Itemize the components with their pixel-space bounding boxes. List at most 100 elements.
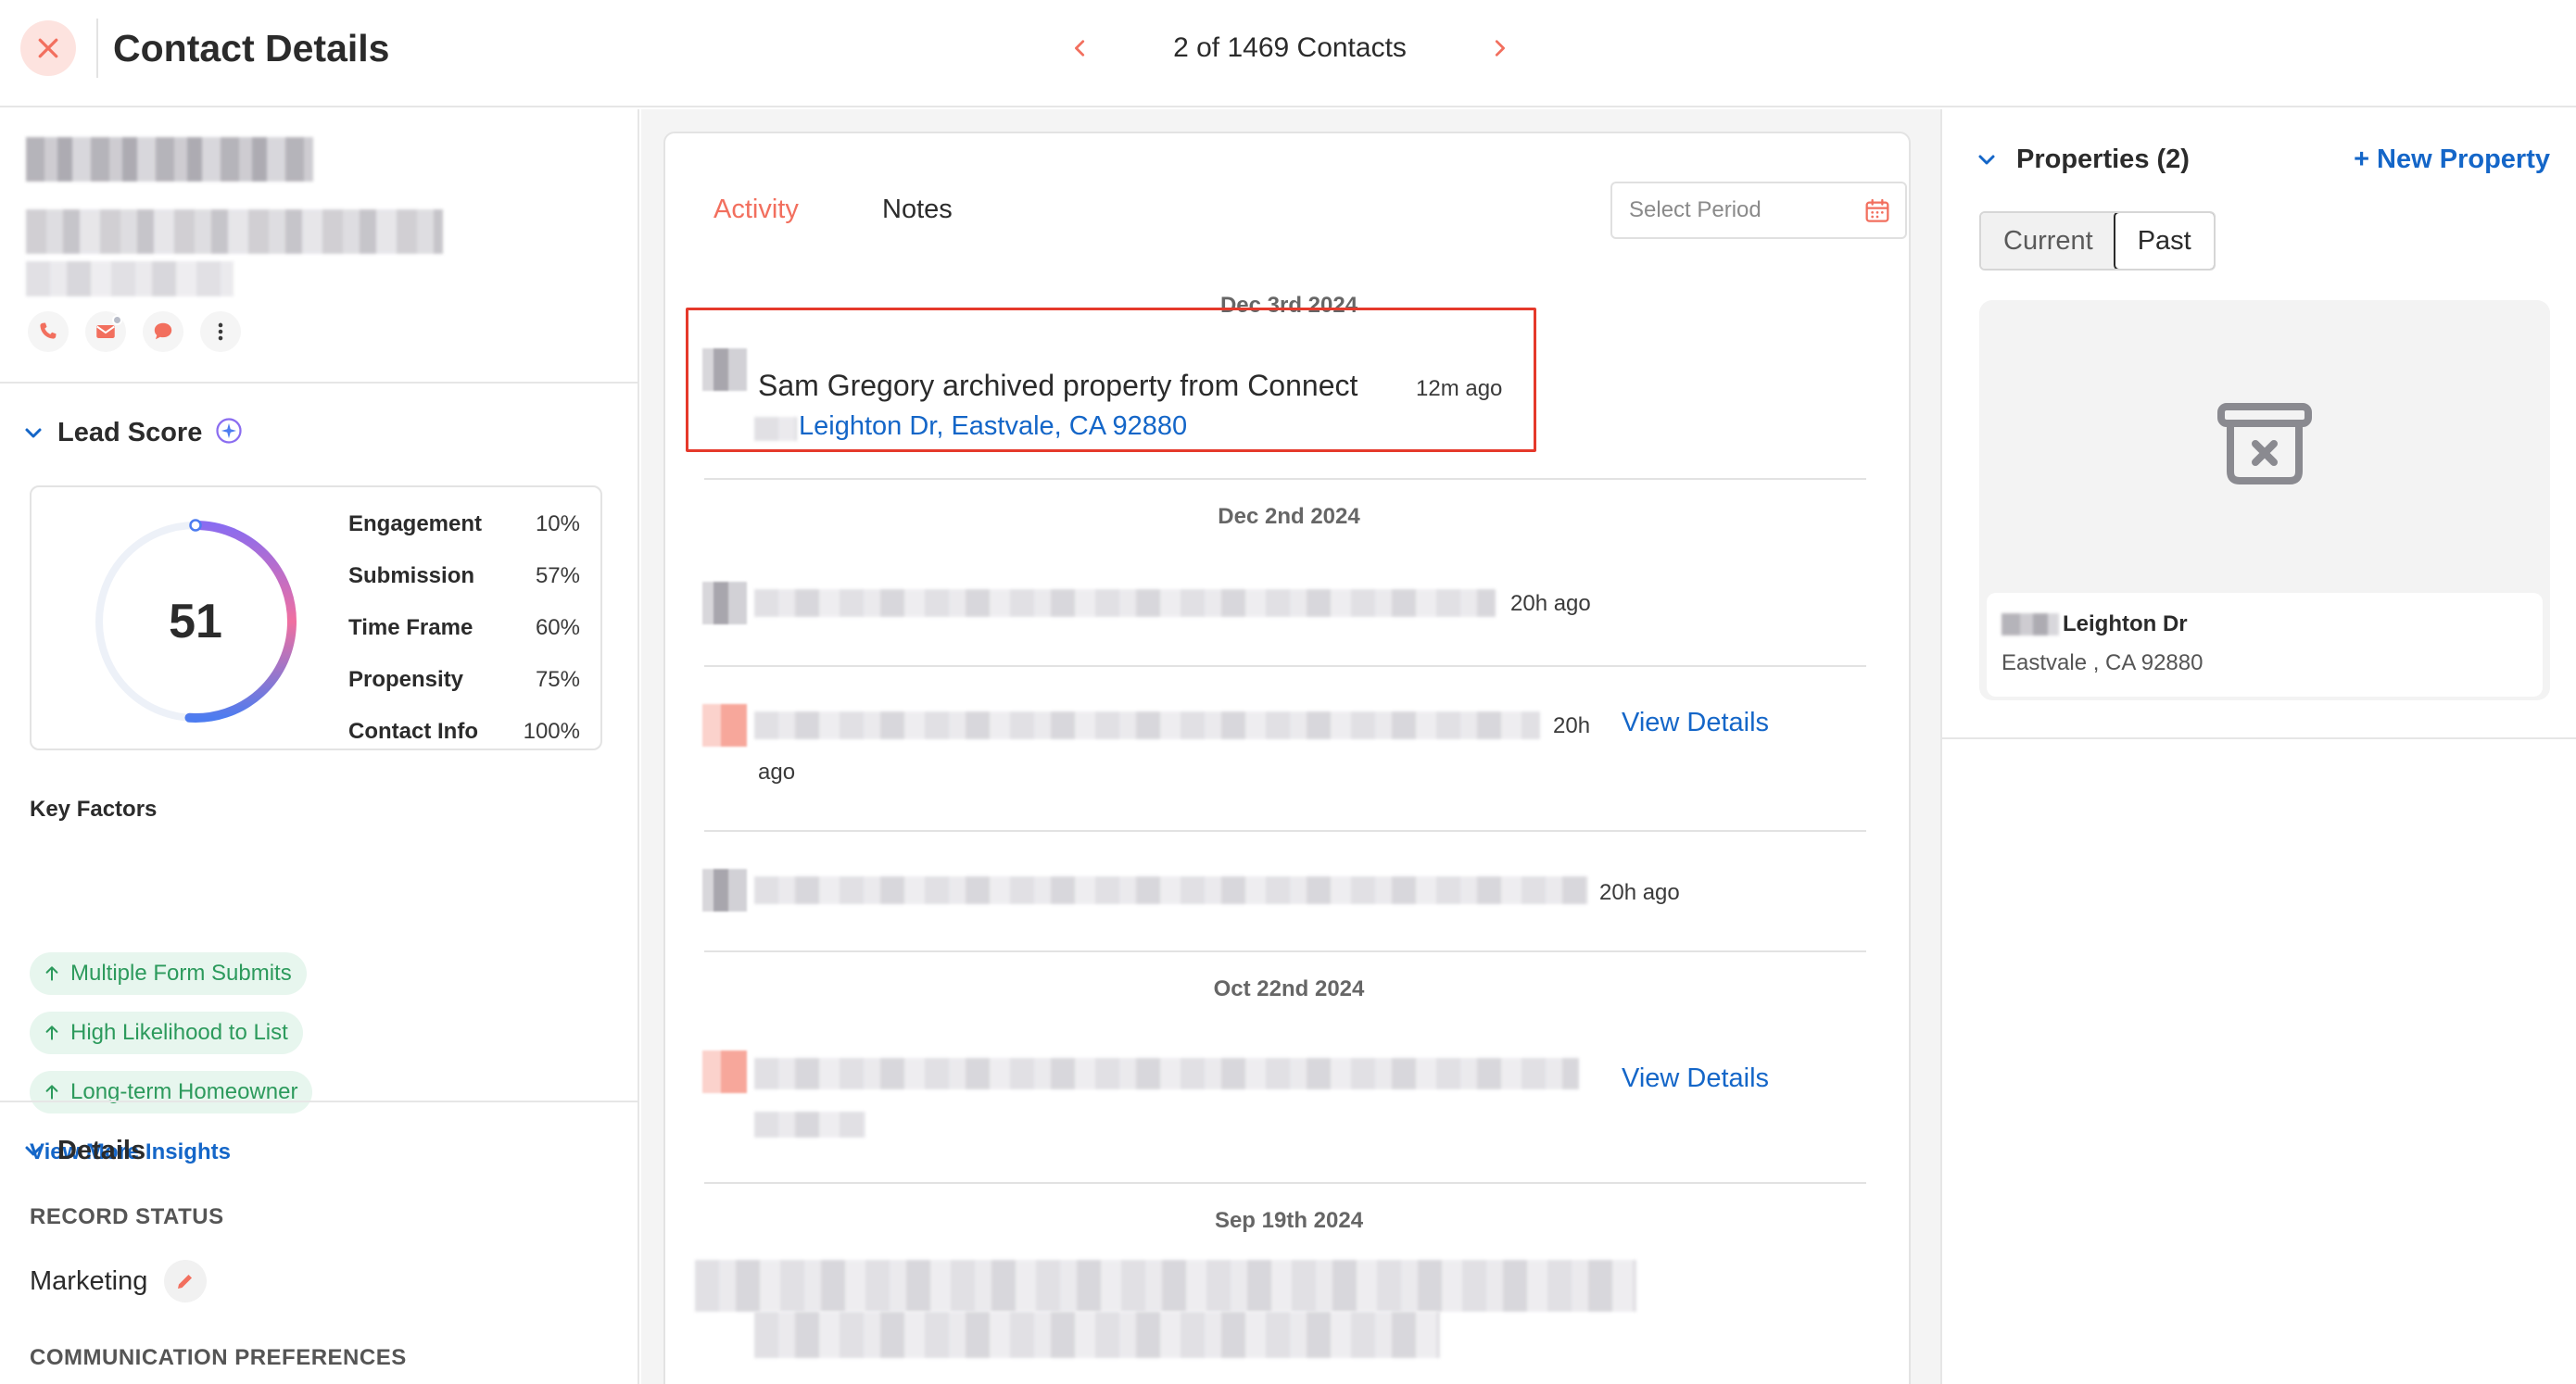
section-divider [1942, 737, 2576, 739]
edit-status-button[interactable] [164, 1260, 208, 1302]
communication-preferences-label: COMMUNICATION PREFERENCES [30, 1345, 407, 1370]
segment-current[interactable]: Current [1981, 213, 2115, 269]
lead-score-title: Lead Score [57, 418, 203, 447]
arrow-up-icon [45, 1085, 58, 1100]
next-contact-button[interactable] [1479, 28, 1520, 69]
chevron-left-icon [1075, 40, 1085, 57]
score-factor-row: Propensity 75% [348, 654, 580, 706]
key-factor-chip: Multiple Form Submits [30, 952, 307, 995]
record-status-row: Marketing [30, 1260, 208, 1302]
close-button[interactable] [20, 20, 76, 76]
score-factor-row: Time Frame 60% [348, 602, 580, 654]
contact-email-redacted [26, 209, 443, 254]
activity-date-header: Dec 2nd 2024 [1218, 504, 1360, 529]
contact-sidebar: Lead Score 51 Engagement 10% Submission 57… [0, 109, 639, 1384]
activity-event-time: 20h ago [1510, 591, 1591, 616]
score-factor-value: 10% [535, 511, 580, 536]
phone-icon [40, 322, 57, 339]
score-factor-value: 75% [535, 667, 580, 692]
activity-event-time: 20h [1553, 713, 1591, 738]
email-button[interactable] [85, 311, 126, 352]
activity-text-redacted [754, 1312, 1440, 1358]
score-factor-row: Engagement 10% [348, 498, 580, 550]
score-factor-name: Contact Info [348, 719, 478, 744]
activity-text-redacted [754, 711, 1540, 739]
section-divider [0, 1101, 638, 1102]
score-factor-name: Propensity [348, 667, 464, 692]
score-factor-value: 100% [523, 719, 580, 744]
properties-title: Properties (2) [2016, 145, 2190, 174]
details-toggle[interactable]: Details [22, 1136, 145, 1166]
activity-avatar [702, 1051, 747, 1093]
activity-divider [704, 1182, 1866, 1184]
record-status-label: RECORD STATUS [30, 1204, 224, 1229]
page-title: Contact Details [113, 27, 390, 69]
activity-panel: Activity Notes Select Period Dec 3rd 202… [641, 109, 1940, 1384]
property-street: Leighton Dr [2063, 611, 2188, 636]
lead-score-toggle[interactable]: Lead Score [22, 417, 243, 449]
ai-sparkle-icon [215, 417, 243, 449]
view-details-link[interactable]: View Details [1622, 1063, 1769, 1094]
activity-avatar [702, 348, 747, 391]
segment-past[interactable]: Past [2113, 213, 2214, 269]
chat-bubble-icon [154, 322, 172, 340]
header-bar: Contact Details 2 of 1469 Contacts [0, 0, 2576, 107]
arrow-up-icon [45, 1025, 58, 1040]
view-details-link[interactable]: View Details [1622, 708, 1769, 738]
activity-text-redacted [754, 589, 1496, 617]
activity-date-header: Sep 19th 2024 [1214, 1208, 1364, 1233]
activity-text-redacted [754, 876, 1588, 904]
activity-text-redacted [695, 1260, 1636, 1312]
email-status-dot [112, 315, 122, 325]
property-status-toggle: Current Past [1979, 211, 2216, 271]
select-period-picker[interactable]: Select Period [1610, 182, 1907, 239]
calendar-icon [1865, 198, 1889, 222]
lead-score-card: 51 Engagement 10% Submission 57% Time Fram… [30, 485, 602, 750]
activity-divider [704, 950, 1866, 952]
new-property-button[interactable]: + New Property [2354, 145, 2550, 175]
activity-avatar [702, 869, 747, 912]
activity-avatar [702, 582, 747, 624]
properties-panel: Properties (2) + New Property Current Pa… [1940, 109, 2576, 1384]
message-button[interactable] [143, 311, 183, 352]
property-card[interactable]: Leighton Dr Eastvale , CA 92880 [1979, 300, 2550, 700]
close-icon [38, 38, 58, 58]
record-status-value: Marketing [30, 1265, 148, 1296]
activity-text-redacted [754, 1058, 1579, 1089]
chevron-down-icon [1978, 155, 1995, 164]
header-divider [96, 19, 98, 78]
more-options-button[interactable] [200, 311, 241, 352]
properties-toggle[interactable]: Properties (2) [1976, 145, 2190, 175]
activity-divider [704, 478, 1866, 480]
archive-box-icon [2217, 403, 2312, 484]
contact-name-redacted [26, 137, 313, 182]
previous-contact-button[interactable] [1060, 28, 1101, 69]
contact-pager-text: 2 of 1469 Contacts [1173, 32, 1407, 63]
activity-property-link[interactable]: Leighton Dr, Eastvale, CA 92880 [799, 411, 1187, 442]
score-factor-name: Submission [348, 563, 475, 588]
activity-event-time-wrap: ago [758, 760, 796, 785]
contact-phone-redacted [26, 261, 234, 296]
property-info: Leighton Dr Eastvale , CA 92880 [1987, 593, 2543, 697]
key-factor-label: Multiple Form Submits [70, 961, 292, 986]
score-factor-row: Submission 57% [348, 550, 580, 602]
call-button[interactable] [28, 311, 69, 352]
activity-text-redacted [754, 1112, 865, 1138]
street-number-redacted [2001, 613, 2059, 635]
activity-event-time: 20h ago [1599, 880, 1680, 905]
pencil-icon [178, 1275, 193, 1289]
property-city: Eastvale , CA 92880 [2001, 650, 2203, 675]
tab-notes[interactable]: Notes [882, 195, 953, 225]
more-vertical-icon [218, 322, 223, 341]
address-number-redacted [754, 417, 797, 441]
score-factor-name: Time Frame [348, 615, 474, 640]
select-period-placeholder: Select Period [1629, 197, 1762, 222]
property-image-placeholder [1979, 300, 2550, 587]
tab-activity[interactable]: Activity [713, 195, 799, 225]
details-title: Details [57, 1136, 146, 1165]
activity-avatar [702, 704, 747, 747]
lead-score-value: 51 [169, 595, 222, 648]
activity-event-text: Sam Gregory archived property from Conne… [758, 369, 1358, 402]
activity-divider [704, 665, 1866, 667]
property-street-row: Leighton Dr [2001, 611, 2188, 637]
